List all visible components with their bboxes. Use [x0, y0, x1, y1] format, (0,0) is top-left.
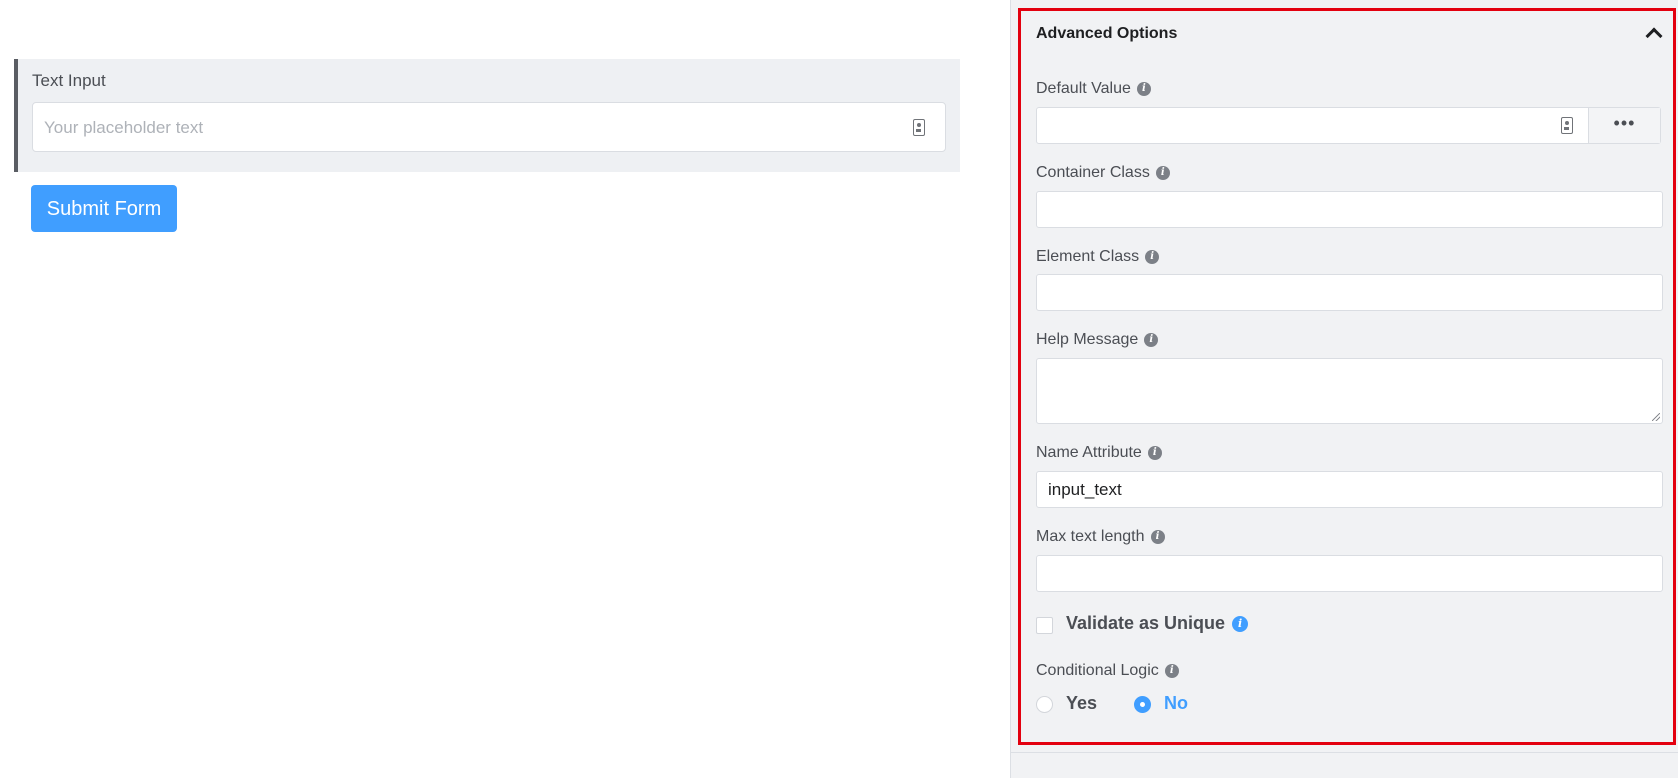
more-icon[interactable]: •••: [1588, 108, 1660, 143]
name-attribute-label: Name Attribute i: [1036, 444, 1162, 462]
info-icon[interactable]: i: [1147, 446, 1162, 460]
help-message-textarea[interactable]: [1036, 358, 1663, 424]
default-value-input[interactable]: •••: [1036, 107, 1661, 144]
help-message-label-text: Help Message: [1036, 331, 1139, 348]
contact-card-icon[interactable]: [1561, 117, 1573, 134]
name-attribute-input[interactable]: input_text: [1036, 471, 1663, 508]
preview-text-input[interactable]: Your placeholder text: [32, 102, 946, 152]
element-class-label: Element Class i: [1036, 248, 1160, 266]
help-message-label: Help Message i: [1036, 331, 1159, 349]
max-text-length-label-text: Max text length: [1036, 528, 1145, 545]
max-text-length-label: Max text length i: [1036, 528, 1165, 546]
conditional-logic-no-label[interactable]: No: [1164, 693, 1188, 714]
info-icon[interactable]: i: [1150, 530, 1165, 544]
info-icon[interactable]: i: [1144, 333, 1159, 347]
default-value-label-text: Default Value: [1036, 80, 1131, 97]
default-value-label: Default Value i: [1036, 80, 1151, 98]
name-attribute-value: input_text: [1048, 480, 1122, 499]
preview-field-label: Text Input: [32, 71, 106, 90]
resize-grip-icon[interactable]: [1652, 413, 1660, 421]
preview-input-placeholder: Your placeholder text: [44, 118, 204, 137]
container-class-label-text: Container Class: [1036, 164, 1150, 181]
validate-unique-checkbox[interactable]: [1036, 617, 1053, 634]
container-class-input[interactable]: [1036, 191, 1663, 228]
name-attribute-label-text: Name Attribute: [1036, 444, 1142, 461]
validate-unique-label[interactable]: Validate as Unique i: [1066, 613, 1249, 634]
conditional-logic-yes-label[interactable]: Yes: [1066, 693, 1097, 714]
element-class-label-text: Element Class: [1036, 248, 1140, 265]
info-icon[interactable]: i: [1232, 615, 1249, 632]
info-icon[interactable]: i: [1164, 664, 1179, 678]
conditional-logic-label: Conditional Logic i: [1036, 662, 1179, 680]
element-class-input[interactable]: [1036, 274, 1663, 311]
info-icon[interactable]: i: [1136, 82, 1151, 96]
submit-form-button[interactable]: Submit Form: [31, 185, 177, 232]
conditional-logic-yes-radio[interactable]: [1036, 696, 1053, 713]
max-text-length-input[interactable]: [1036, 555, 1663, 592]
contact-card-icon[interactable]: [913, 119, 925, 136]
info-icon[interactable]: i: [1155, 166, 1170, 180]
validate-unique-label-text: Validate as Unique: [1066, 613, 1226, 633]
info-icon[interactable]: i: [1145, 250, 1160, 264]
conditional-logic-label-text: Conditional Logic: [1036, 662, 1159, 679]
conditional-logic-no-radio[interactable]: [1134, 696, 1151, 713]
preview-text-input-field[interactable]: Text Input Your placeholder text: [14, 59, 960, 172]
advanced-options-title[interactable]: Advanced Options: [1036, 25, 1177, 43]
container-class-label: Container Class i: [1036, 164, 1170, 182]
panel-divider: [1011, 752, 1678, 753]
